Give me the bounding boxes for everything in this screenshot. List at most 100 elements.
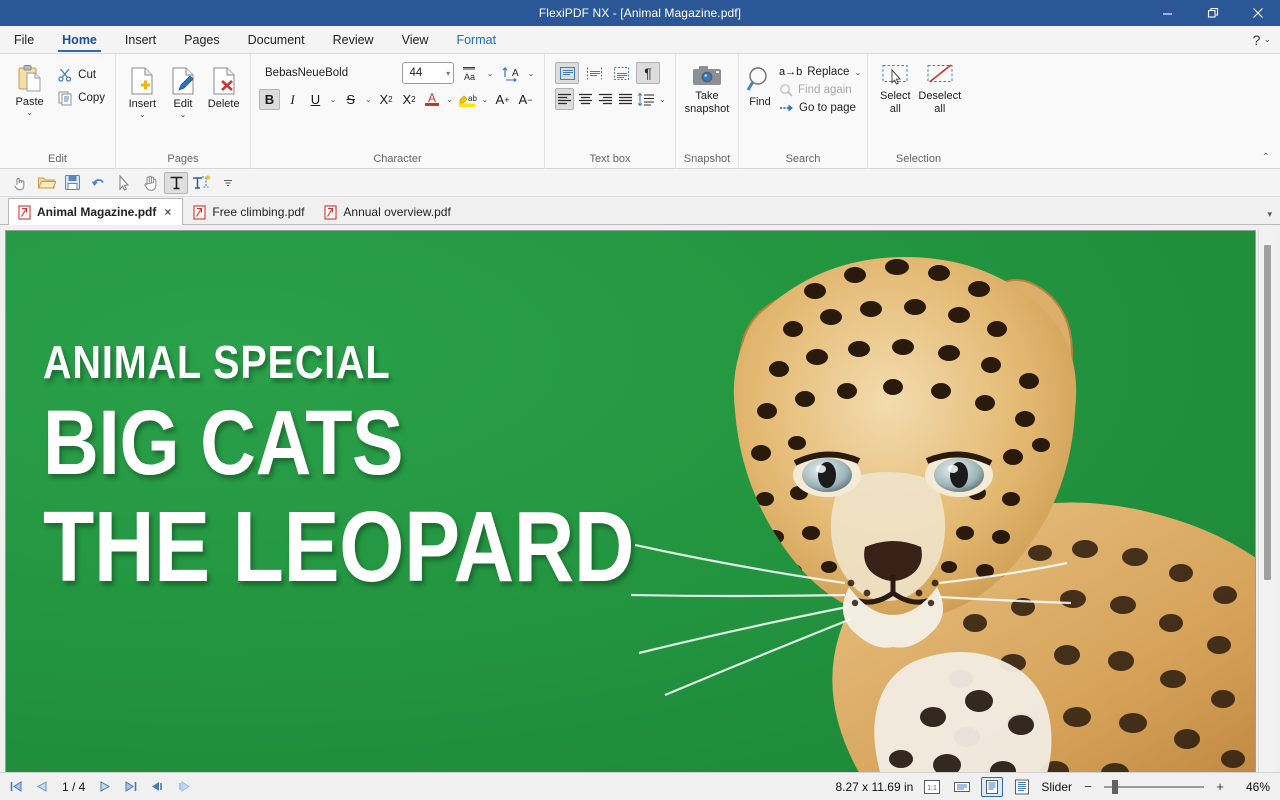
font-color-label: A — [428, 93, 436, 103]
align-bottom-button[interactable] — [609, 62, 633, 84]
text-tool-icon[interactable] — [164, 172, 188, 194]
tab-home[interactable]: Home — [48, 26, 111, 53]
tab-review[interactable]: Review — [319, 26, 388, 53]
pan-hand-icon[interactable] — [138, 172, 162, 194]
take-snapshot-button[interactable]: Take snapshot — [682, 60, 732, 115]
insert-page-button[interactable]: Insert ⌄ — [122, 62, 163, 118]
edit-page-button[interactable]: Edit ⌄ — [163, 62, 204, 118]
highlight-button[interactable]: ab — [457, 89, 478, 110]
view-continuous-button[interactable] — [1011, 777, 1033, 797]
font-color-swatch — [425, 103, 439, 106]
doc-tabs-overflow-caret[interactable]: ▾ — [1267, 209, 1272, 220]
align-middle-button[interactable] — [582, 62, 606, 84]
undo-icon[interactable] — [86, 172, 110, 194]
close-button[interactable] — [1235, 0, 1280, 26]
align-top-button[interactable] — [555, 62, 579, 84]
align-right-button[interactable] — [597, 88, 614, 110]
headline-sub[interactable]: THE LEOPARD — [43, 494, 634, 600]
zoom-slider[interactable] — [1104, 780, 1204, 794]
chevron-down-icon[interactable]: ⌄ — [445, 90, 455, 110]
zoom-out-button[interactable]: − — [1080, 779, 1096, 794]
first-page-button[interactable] — [6, 777, 26, 797]
shrink-font-button[interactable]: A− — [515, 89, 536, 110]
chevron-down-icon[interactable]: ⌄ — [363, 90, 373, 110]
vertical-scrollbar[interactable] — [1258, 230, 1275, 772]
text-direction-button[interactable]: A — [500, 63, 521, 84]
open-folder-icon[interactable] — [34, 172, 58, 194]
select-all-button[interactable]: Select all — [874, 60, 917, 115]
tab-insert[interactable]: Insert — [111, 26, 170, 53]
grow-font-label: A — [496, 92, 505, 107]
zoom-in-button[interactable]: + — [1212, 779, 1228, 794]
delete-page-button[interactable]: Delete — [203, 62, 244, 110]
minimize-button[interactable] — [1145, 0, 1190, 26]
change-case-button[interactable]: Aa — [459, 63, 480, 84]
view-fit-page-button[interactable] — [981, 777, 1003, 797]
font-size-input[interactable]: 44 ▾ — [402, 62, 454, 84]
page-indicator[interactable]: 1 / 4 — [58, 780, 89, 794]
view-fit-width-button[interactable] — [951, 777, 973, 797]
font-color-button[interactable]: A — [422, 89, 443, 110]
pdf-page[interactable]: ANIMAL SPECIAL BIG CATS THE LEOPARD — [5, 230, 1256, 772]
go-to-page-button[interactable]: Go to page — [775, 100, 865, 116]
superscript-button[interactable]: X2 — [399, 89, 420, 110]
cut-button[interactable]: Cut — [53, 65, 109, 85]
ribbon-group-selection: Select all Deselect all Selection — [867, 54, 969, 169]
headline-block[interactable]: ANIMAL SPECIAL BIG CATS THE LEOPARD — [43, 336, 747, 600]
line-spacing-button[interactable] — [637, 88, 656, 110]
save-icon[interactable] — [60, 172, 84, 194]
bold-label: B — [265, 92, 274, 107]
bold-button[interactable]: B — [259, 89, 280, 110]
chevron-down-icon[interactable]: ⌄ — [480, 90, 490, 110]
doc-tab-annual-overview[interactable]: Annual overview.pdf — [314, 199, 460, 224]
chevron-down-icon[interactable]: ⌄ — [659, 89, 666, 109]
doc-tab-free-climbing[interactable]: Free climbing.pdf — [183, 199, 314, 224]
paste-button[interactable]: Paste ⌄ — [6, 60, 53, 116]
arrow-right-icon — [779, 102, 794, 114]
italic-button[interactable]: I — [282, 89, 303, 110]
close-icon[interactable]: × — [162, 205, 173, 219]
tab-view[interactable]: View — [388, 26, 443, 53]
zoom-slider-knob[interactable] — [1112, 780, 1118, 794]
last-page-button[interactable] — [121, 777, 141, 797]
select-arrow-icon[interactable] — [112, 172, 136, 194]
overflow-icon[interactable] — [216, 172, 240, 194]
deselect-all-button[interactable]: Deselect all — [917, 60, 963, 115]
next-view-button[interactable] — [173, 777, 193, 797]
go-to-page-label: Go to page — [799, 102, 856, 114]
doc-tab-animal-magazine[interactable]: Animal Magazine.pdf × — [8, 198, 183, 225]
align-justify-button[interactable] — [617, 88, 634, 110]
grow-font-button[interactable]: A+ — [492, 89, 513, 110]
headline-kicker[interactable]: ANIMAL SPECIAL — [43, 336, 648, 388]
find-again-button[interactable]: Find again — [775, 81, 865, 99]
underline-button[interactable]: U — [305, 89, 326, 110]
tab-format[interactable]: Format — [442, 26, 510, 53]
view-actual-size-button[interactable]: 1:1 — [921, 777, 943, 797]
scrollbar-thumb[interactable] — [1264, 245, 1271, 580]
chevron-down-icon: ⌄ — [139, 111, 146, 118]
tab-document[interactable]: Document — [234, 26, 319, 53]
restore-button[interactable] — [1190, 0, 1235, 26]
previous-page-button[interactable] — [32, 777, 52, 797]
tab-pages[interactable]: Pages — [170, 26, 233, 53]
headline-main[interactable]: BIG CATS — [43, 394, 634, 492]
tab-file[interactable]: File — [0, 26, 48, 53]
collapse-ribbon-button[interactable]: ⌃ — [1258, 150, 1274, 165]
subscript-button[interactable]: X2 — [376, 89, 397, 110]
show-formatting-marks-button[interactable]: ¶ — [636, 62, 660, 84]
touch-mode-icon[interactable] — [8, 172, 32, 194]
previous-view-button[interactable] — [147, 777, 167, 797]
font-name-input[interactable]: BebasNeueBold — [259, 63, 397, 84]
add-text-icon[interactable] — [190, 172, 214, 194]
next-page-button[interactable] — [95, 777, 115, 797]
replace-button[interactable]: a→b Replace ⌄ — [775, 64, 865, 80]
help-control[interactable]: ? ⌄ — [1253, 26, 1280, 53]
chevron-down-icon[interactable]: ⌄ — [485, 63, 495, 83]
strikethrough-button[interactable]: S — [340, 89, 361, 110]
align-center-button[interactable] — [577, 88, 594, 110]
find-button[interactable]: Find — [745, 62, 775, 108]
chevron-down-icon[interactable]: ⌄ — [526, 63, 536, 83]
align-left-button[interactable] — [555, 88, 574, 110]
copy-button[interactable]: Copy — [53, 88, 109, 108]
chevron-down-icon[interactable]: ⌄ — [328, 90, 338, 110]
